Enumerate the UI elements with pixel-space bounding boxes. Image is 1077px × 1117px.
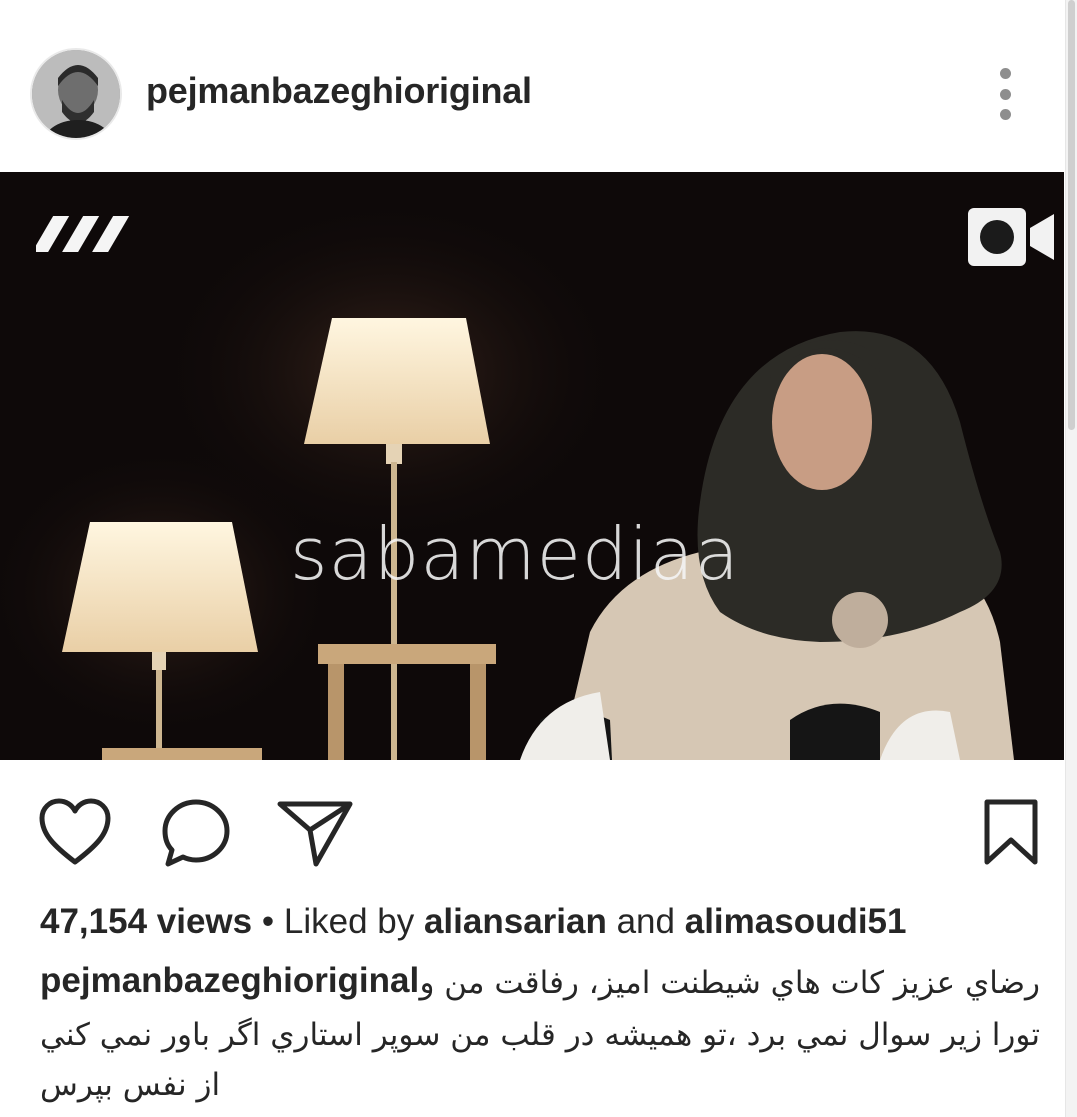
comment-icon[interactable]: [160, 798, 232, 868]
conjunction-text: and: [616, 902, 675, 941]
tv-channel-logo: [32, 210, 132, 258]
caption-line: رضاي عزيز كات هاي شيطنت اميز، رفاقت من و: [419, 965, 1040, 1001]
post-author-username[interactable]: pejmanbazeghioriginal: [146, 70, 532, 112]
more-dot: [999, 68, 1011, 79]
post-stats: 47,154 views • Liked by aliansarian and …: [40, 900, 1040, 944]
video-camera-icon: [966, 206, 1056, 268]
caption-line: تورا زير سوال نمي برد ،تو هميشه در قلب م…: [39, 1017, 1040, 1053]
heart-icon[interactable]: [38, 798, 112, 866]
direct-share-icon[interactable]: [276, 798, 354, 868]
liker-username[interactable]: aliansarian: [424, 902, 607, 941]
post-actions-bar: [0, 760, 1064, 890]
more-dot: [999, 109, 1011, 120]
separator: •: [261, 902, 275, 941]
avatar[interactable]: [30, 48, 122, 140]
scrollbar[interactable]: [1065, 0, 1077, 1117]
more-dot: [999, 88, 1011, 100]
post-video[interactable]: sabamediaa: [0, 172, 1064, 760]
views-count[interactable]: 47,154 views: [40, 902, 252, 941]
more-options-icon[interactable]: [990, 68, 1020, 120]
video-frame: [0, 172, 1064, 760]
liked-by-label: Liked by: [283, 902, 415, 941]
liker-username[interactable]: alimasoudi51: [685, 902, 907, 941]
watermark-text: sabamediaa: [290, 512, 740, 596]
scrollbar-thumb[interactable]: [1068, 0, 1075, 430]
caption-username[interactable]: pejmanbazeghioriginal: [40, 956, 419, 1006]
caption-line: از نفس بپرس: [40, 1067, 221, 1103]
bookmark-icon[interactable]: [982, 798, 1040, 866]
post-header: pejmanbazeghioriginal: [0, 0, 1064, 172]
